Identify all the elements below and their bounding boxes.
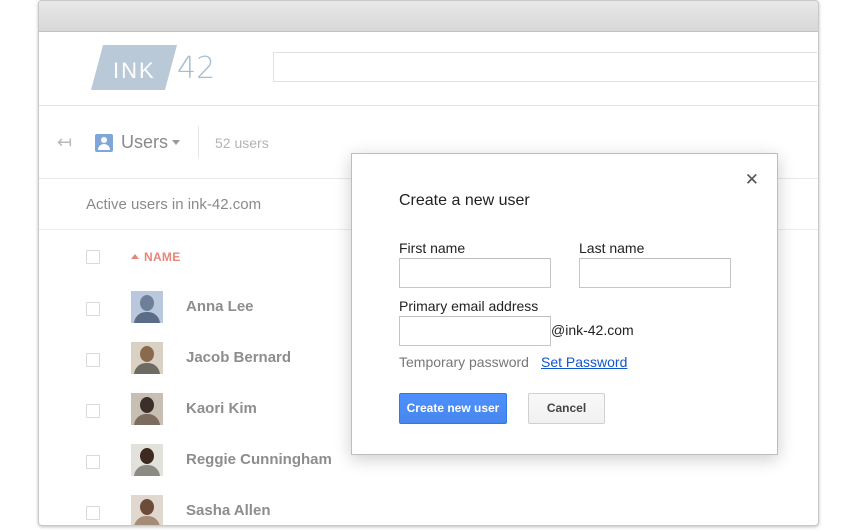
row-checkbox[interactable] xyxy=(86,302,100,316)
search-input[interactable] xyxy=(273,52,817,82)
app-header: INK 42 xyxy=(39,32,818,106)
avatar xyxy=(131,393,163,425)
email-field[interactable] xyxy=(399,316,551,346)
first-name-label: First name xyxy=(399,240,466,256)
row-checkbox[interactable] xyxy=(86,506,100,520)
user-name[interactable]: Kaori Kim xyxy=(186,400,257,417)
avatar xyxy=(131,342,163,374)
user-name[interactable]: Jacob Bernard xyxy=(186,349,291,366)
cancel-button[interactable]: Cancel xyxy=(528,393,605,424)
logo-text: INK xyxy=(113,58,156,83)
sort-ascending-icon[interactable] xyxy=(131,254,139,259)
avatar xyxy=(131,495,163,525)
section-dropdown-label[interactable]: Users xyxy=(121,132,168,153)
create-user-button[interactable]: Create new user xyxy=(399,393,507,424)
user-name[interactable]: Anna Lee xyxy=(186,298,254,315)
dialog-title: Create a new user xyxy=(399,192,530,209)
avatar xyxy=(131,291,163,323)
last-name-label: Last name xyxy=(579,240,645,256)
create-user-dialog: ✕ Create a new user First name Last name… xyxy=(351,153,778,455)
column-header-name[interactable]: NAME xyxy=(144,250,181,264)
avatar xyxy=(131,444,163,476)
logo-number: 42 xyxy=(177,51,216,86)
close-icon[interactable]: ✕ xyxy=(745,170,759,190)
window-titlebar xyxy=(39,1,818,32)
user-name[interactable]: Reggie Cunningham xyxy=(186,451,332,468)
user-count: 52 users xyxy=(215,135,269,151)
first-name-field[interactable] xyxy=(399,258,551,288)
email-domain: @ink-42.com xyxy=(551,322,634,338)
row-checkbox[interactable] xyxy=(86,404,100,418)
user-name[interactable]: Sasha Allen xyxy=(186,502,270,519)
select-all-checkbox[interactable] xyxy=(86,250,100,264)
row-checkbox[interactable] xyxy=(86,455,100,469)
row-checkbox[interactable] xyxy=(86,353,100,367)
toolbar-divider xyxy=(198,126,199,158)
set-password-link[interactable]: Set Password xyxy=(541,354,627,370)
list-heading: Active users in ink-42.com xyxy=(86,196,262,213)
table-row[interactable]: Sasha Allen xyxy=(39,486,818,525)
temporary-password-label: Temporary password xyxy=(399,354,529,370)
users-icon xyxy=(95,134,113,152)
email-label: Primary email address xyxy=(399,298,539,314)
back-arrow-icon[interactable]: ↤ xyxy=(57,132,72,153)
chevron-down-icon[interactable] xyxy=(172,140,180,145)
last-name-field[interactable] xyxy=(579,258,731,288)
